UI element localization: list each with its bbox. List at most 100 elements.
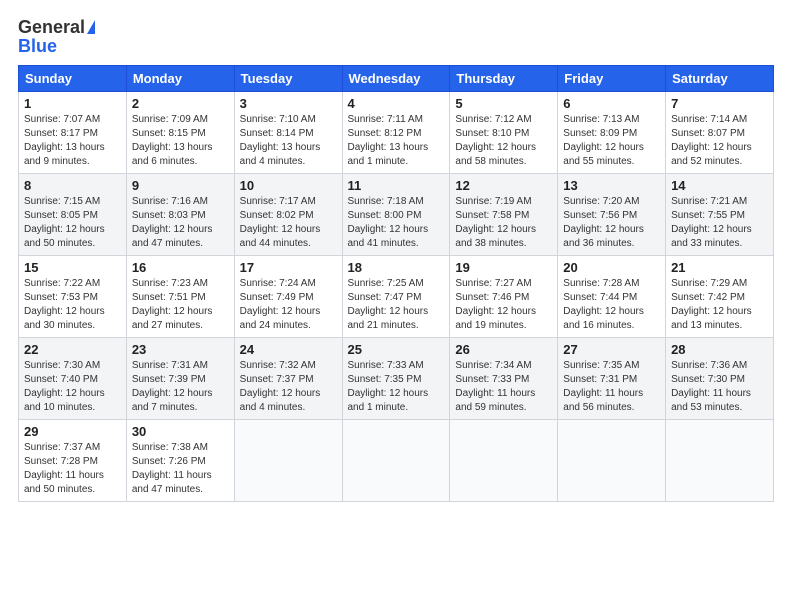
day-info: Sunrise: 7:19 AM Sunset: 7:58 PM Dayligh… [455, 195, 552, 251]
day-info: Sunrise: 7:30 AM Sunset: 7:40 PM Dayligh… [24, 359, 121, 415]
calendar-table: SundayMondayTuesdayWednesdayThursdayFrid… [18, 65, 774, 502]
calendar-cell: 6 Sunrise: 7:13 AM Sunset: 8:09 PM Daylig… [558, 92, 666, 174]
calendar-cell: 27 Sunrise: 7:35 AM Sunset: 7:31 PM Dayli… [558, 338, 666, 420]
day-number: 10 [240, 178, 337, 193]
weekday-header-tuesday: Tuesday [234, 66, 342, 92]
day-info: Sunrise: 7:12 AM Sunset: 8:10 PM Dayligh… [455, 113, 552, 169]
calendar-cell: 4 Sunrise: 7:11 AM Sunset: 8:12 PM Daylig… [342, 92, 450, 174]
calendar-cell [342, 420, 450, 502]
day-number: 23 [132, 342, 229, 357]
calendar-page: General Blue SundayMondayTuesdayWednesda… [0, 0, 792, 612]
calendar-week-row: 22Sunrise: 7:30 AM Sunset: 7:40 PM Dayli… [19, 338, 774, 420]
day-info: Sunrise: 7:21 AM Sunset: 7:55 PM Dayligh… [671, 195, 768, 251]
calendar-cell [558, 420, 666, 502]
day-info: Sunrise: 7:25 AM Sunset: 7:47 PM Dayligh… [348, 277, 445, 333]
calendar-cell: 16 Sunrise: 7:23 AM Sunset: 7:51 PM Dayli… [126, 256, 234, 338]
day-info: Sunrise: 7:31 AM Sunset: 7:39 PM Dayligh… [132, 359, 229, 415]
calendar-cell: 9 Sunrise: 7:16 AM Sunset: 8:03 PM Daylig… [126, 174, 234, 256]
logo-general-text: General [18, 18, 85, 36]
day-info: Sunrise: 7:37 AM Sunset: 7:28 PM Dayligh… [24, 441, 121, 497]
day-number: 8 [24, 178, 121, 193]
calendar-cell: 1Sunrise: 7:07 AM Sunset: 8:17 PM Daylig… [19, 92, 127, 174]
calendar-cell: 14 Sunrise: 7:21 AM Sunset: 7:55 PM Dayli… [666, 174, 774, 256]
day-info: Sunrise: 7:32 AM Sunset: 7:37 PM Dayligh… [240, 359, 337, 415]
weekday-header-row: SundayMondayTuesdayWednesdayThursdayFrid… [19, 66, 774, 92]
day-number: 6 [563, 96, 660, 111]
day-number: 14 [671, 178, 768, 193]
calendar-cell [450, 420, 558, 502]
calendar-cell: 13 Sunrise: 7:20 AM Sunset: 7:56 PM Dayli… [558, 174, 666, 256]
day-info: Sunrise: 7:38 AM Sunset: 7:26 PM Dayligh… [132, 441, 229, 497]
day-number: 16 [132, 260, 229, 275]
calendar-cell: 8 Sunrise: 7:15 AM Sunset: 8:05 PM Daylig… [19, 174, 127, 256]
calendar-week-row: 29 Sunrise: 7:37 AM Sunset: 7:28 PM Dayli… [19, 420, 774, 502]
calendar-week-row: 8 Sunrise: 7:15 AM Sunset: 8:05 PM Daylig… [19, 174, 774, 256]
day-info: Sunrise: 7:15 AM Sunset: 8:05 PM Dayligh… [24, 195, 121, 251]
day-info: Sunrise: 7:34 AM Sunset: 7:33 PM Dayligh… [455, 359, 552, 415]
day-number: 17 [240, 260, 337, 275]
day-info: Sunrise: 7:28 AM Sunset: 7:44 PM Dayligh… [563, 277, 660, 333]
logo-blue-text: Blue [18, 36, 57, 57]
calendar-cell: 19 Sunrise: 7:27 AM Sunset: 7:46 PM Dayli… [450, 256, 558, 338]
day-info: Sunrise: 7:17 AM Sunset: 8:02 PM Dayligh… [240, 195, 337, 251]
weekday-header-sunday: Sunday [19, 66, 127, 92]
weekday-header-thursday: Thursday [450, 66, 558, 92]
day-number: 18 [348, 260, 445, 275]
day-info: Sunrise: 7:14 AM Sunset: 8:07 PM Dayligh… [671, 113, 768, 169]
day-info: Sunrise: 7:20 AM Sunset: 7:56 PM Dayligh… [563, 195, 660, 251]
calendar-cell: 7 Sunrise: 7:14 AM Sunset: 8:07 PM Daylig… [666, 92, 774, 174]
day-info: Sunrise: 7:18 AM Sunset: 8:00 PM Dayligh… [348, 195, 445, 251]
day-info: Sunrise: 7:24 AM Sunset: 7:49 PM Dayligh… [240, 277, 337, 333]
calendar-cell: 12 Sunrise: 7:19 AM Sunset: 7:58 PM Dayli… [450, 174, 558, 256]
header: General Blue [18, 18, 774, 57]
day-info: Sunrise: 7:29 AM Sunset: 7:42 PM Dayligh… [671, 277, 768, 333]
day-number: 5 [455, 96, 552, 111]
day-number: 27 [563, 342, 660, 357]
calendar-cell: 11 Sunrise: 7:18 AM Sunset: 8:00 PM Dayli… [342, 174, 450, 256]
day-info: Sunrise: 7:35 AM Sunset: 7:31 PM Dayligh… [563, 359, 660, 415]
day-number: 26 [455, 342, 552, 357]
day-info: Sunrise: 7:16 AM Sunset: 8:03 PM Dayligh… [132, 195, 229, 251]
calendar-cell: 28Sunrise: 7:36 AM Sunset: 7:30 PM Dayli… [666, 338, 774, 420]
day-info: Sunrise: 7:13 AM Sunset: 8:09 PM Dayligh… [563, 113, 660, 169]
day-info: Sunrise: 7:11 AM Sunset: 8:12 PM Dayligh… [348, 113, 445, 169]
day-number: 15 [24, 260, 121, 275]
weekday-header-friday: Friday [558, 66, 666, 92]
day-number: 7 [671, 96, 768, 111]
day-number: 3 [240, 96, 337, 111]
day-info: Sunrise: 7:22 AM Sunset: 7:53 PM Dayligh… [24, 277, 121, 333]
day-number: 28 [671, 342, 768, 357]
calendar-cell: 5 Sunrise: 7:12 AM Sunset: 8:10 PM Daylig… [450, 92, 558, 174]
calendar-cell: 15 Sunrise: 7:22 AM Sunset: 7:53 PM Dayli… [19, 256, 127, 338]
day-number: 29 [24, 424, 121, 439]
day-info: Sunrise: 7:10 AM Sunset: 8:14 PM Dayligh… [240, 113, 337, 169]
day-number: 25 [348, 342, 445, 357]
day-number: 11 [348, 178, 445, 193]
calendar-cell: 3 Sunrise: 7:10 AM Sunset: 8:14 PM Daylig… [234, 92, 342, 174]
day-number: 20 [563, 260, 660, 275]
calendar-cell [666, 420, 774, 502]
day-number: 19 [455, 260, 552, 275]
calendar-cell: 24 Sunrise: 7:32 AM Sunset: 7:37 PM Dayli… [234, 338, 342, 420]
calendar-cell: 29 Sunrise: 7:37 AM Sunset: 7:28 PM Dayli… [19, 420, 127, 502]
day-number: 24 [240, 342, 337, 357]
calendar-week-row: 15 Sunrise: 7:22 AM Sunset: 7:53 PM Dayli… [19, 256, 774, 338]
day-number: 13 [563, 178, 660, 193]
day-info: Sunrise: 7:09 AM Sunset: 8:15 PM Dayligh… [132, 113, 229, 169]
calendar-cell: 20 Sunrise: 7:28 AM Sunset: 7:44 PM Dayli… [558, 256, 666, 338]
day-number: 4 [348, 96, 445, 111]
day-number: 9 [132, 178, 229, 193]
day-number: 21 [671, 260, 768, 275]
day-number: 12 [455, 178, 552, 193]
day-info: Sunrise: 7:23 AM Sunset: 7:51 PM Dayligh… [132, 277, 229, 333]
logo-triangle-icon [87, 20, 95, 34]
calendar-cell: 26 Sunrise: 7:34 AM Sunset: 7:33 PM Dayli… [450, 338, 558, 420]
calendar-cell: 23 Sunrise: 7:31 AM Sunset: 7:39 PM Dayli… [126, 338, 234, 420]
day-info: Sunrise: 7:27 AM Sunset: 7:46 PM Dayligh… [455, 277, 552, 333]
calendar-cell: 25Sunrise: 7:33 AM Sunset: 7:35 PM Dayli… [342, 338, 450, 420]
calendar-cell: 18 Sunrise: 7:25 AM Sunset: 7:47 PM Dayli… [342, 256, 450, 338]
day-number: 1 [24, 96, 121, 111]
weekday-header-wednesday: Wednesday [342, 66, 450, 92]
day-number: 2 [132, 96, 229, 111]
weekday-header-monday: Monday [126, 66, 234, 92]
